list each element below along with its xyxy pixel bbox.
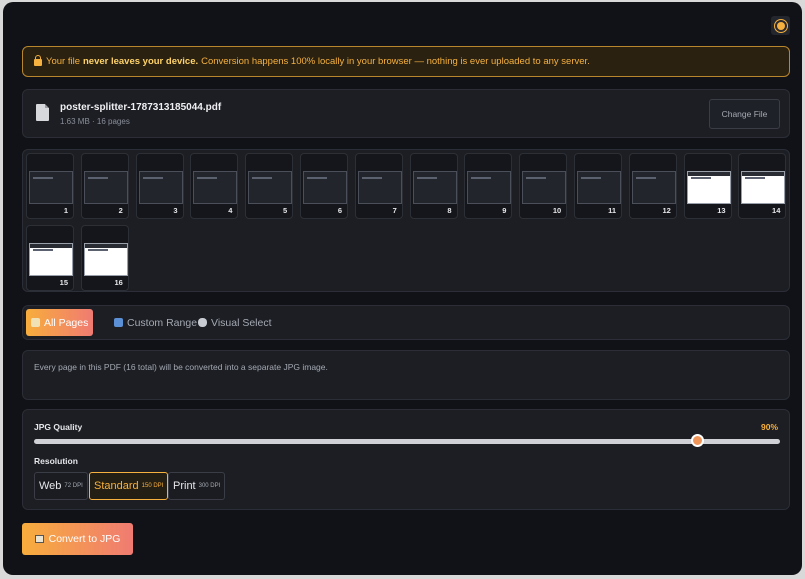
file-meta: 1.63 MB · 16 pages <box>60 117 130 126</box>
tab-custom-range-label: Custom Range <box>127 316 198 329</box>
page-number: 11 <box>608 206 616 215</box>
page-preview <box>193 171 238 204</box>
privacy-prefix: Your file <box>46 56 80 67</box>
page-thumbnail[interactable]: 2 <box>80 153 129 219</box>
resolution-print-button[interactable]: Print 300 DPI <box>168 472 226 500</box>
quality-slider[interactable] <box>34 439 780 444</box>
page-number: 8 <box>447 206 452 215</box>
page-preview <box>741 171 786 204</box>
file-name: poster-splitter-1787313185044.pdf <box>60 102 222 113</box>
quality-slider-thumb[interactable] <box>691 434 705 447</box>
page-number: 10 <box>552 206 562 215</box>
resolution-standard-button[interactable]: Standard 150 DPI <box>89 472 169 500</box>
resolution-label: Resolution <box>34 456 78 466</box>
page-thumbnail[interactable]: 14 <box>738 153 787 219</box>
tab-all-pages[interactable]: All Pages <box>26 309 94 336</box>
page-preview <box>83 171 128 204</box>
resolution-web-dpi: 72 DPI <box>64 483 83 489</box>
page-thumbnail[interactable]: 3 <box>135 153 184 219</box>
page-thumbnail[interactable]: 9 <box>464 153 513 219</box>
tab-all-pages-label: All Pages <box>44 316 89 329</box>
page-thumbnail[interactable]: 12 <box>628 153 677 219</box>
page-thumbnail[interactable]: 1 <box>26 153 74 219</box>
page-thumbnail[interactable]: 6 <box>300 153 348 219</box>
convert-label: Convert to JPG <box>48 533 121 545</box>
page-number: 15 <box>59 278 68 287</box>
page-number: 2 <box>118 206 123 215</box>
file-card: poster-splitter-1787313185044.pdf 1.63 M… <box>22 89 790 138</box>
app-window: Your file never leaves your device. Conv… <box>3 2 802 575</box>
sun-icon <box>776 21 785 30</box>
page-number: 9 <box>502 206 507 215</box>
lock-icon <box>34 55 42 66</box>
page-preview <box>248 171 293 204</box>
convert-button[interactable]: Convert to JPG <box>22 523 133 555</box>
settings-panel: JPG Quality 90% Resolution Web 72 DPI St… <box>22 409 790 510</box>
document-icon <box>36 104 49 121</box>
page-preview <box>138 171 183 204</box>
quality-value: 90% <box>760 422 778 432</box>
page-number: 14 <box>772 206 781 215</box>
page-preview <box>29 243 73 276</box>
page-number: 5 <box>283 206 288 215</box>
page-preview <box>303 171 347 204</box>
page-preview <box>631 171 676 204</box>
page-thumbnail[interactable]: 8 <box>409 153 458 219</box>
tab-custom-range[interactable]: Custom Range <box>109 309 202 336</box>
page-number: 7 <box>392 206 397 215</box>
privacy-banner: Your file never leaves your device. Conv… <box>22 46 790 77</box>
page-thumbnail[interactable]: 15 <box>26 225 74 291</box>
privacy-bold: never leaves your device. <box>82 56 199 67</box>
page-thumbnails: 1 2 3 4 5 6 7 8 9 10 11 12 13 14 15 16 <box>22 149 790 292</box>
mouse-icon <box>198 318 207 327</box>
resolution-print-dpi: 300 DPI <box>198 483 221 489</box>
mode-tabs: All Pages Custom Range Visual Select <box>22 305 790 340</box>
tab-visual-select[interactable]: Visual Select <box>193 309 277 336</box>
quality-label: JPG Quality <box>34 422 83 432</box>
image-icon <box>34 535 44 543</box>
resolution-web-button[interactable]: Web 72 DPI <box>34 472 88 500</box>
resolution-standard-name: Standard <box>94 480 139 492</box>
tab-visual-select-label: Visual Select <box>211 316 272 329</box>
page-number: 6 <box>337 206 342 215</box>
resolution-web-name: Web <box>39 480 62 492</box>
page-preview <box>412 171 457 204</box>
page-number: 1 <box>63 206 68 215</box>
page-thumbnail[interactable]: 16 <box>80 225 129 291</box>
page-number: 13 <box>717 206 726 215</box>
change-file-button[interactable]: Change File <box>709 99 780 129</box>
page-number: 12 <box>662 206 671 215</box>
resolution-print-name: Print <box>173 480 196 492</box>
page-thumbnail[interactable]: 7 <box>354 153 403 219</box>
page-thumbnail[interactable]: 10 <box>519 153 568 219</box>
theme-toggle-button[interactable] <box>771 16 790 35</box>
page-preview <box>467 171 512 204</box>
privacy-suffix: Conversion happens 100% locally in your … <box>201 56 590 67</box>
page-thumbnail[interactable]: 11 <box>574 153 622 219</box>
page-number: 3 <box>173 206 178 215</box>
resolution-standard-dpi: 150 DPI <box>141 483 164 489</box>
mode-description: Every page in this PDF (16 total) will b… <box>22 350 790 400</box>
numbers-icon <box>114 318 123 327</box>
page-thumbnail[interactable]: 13 <box>683 153 732 219</box>
page-preview <box>357 171 402 204</box>
pages-icon <box>31 318 40 327</box>
page-preview <box>686 171 731 204</box>
page-thumbnail[interactable]: 4 <box>190 153 239 219</box>
page-preview <box>83 243 128 276</box>
page-preview <box>29 171 73 204</box>
page-number: 16 <box>114 278 123 287</box>
page-thumbnail[interactable]: 5 <box>245 153 294 219</box>
page-number: 4 <box>228 206 233 215</box>
page-preview <box>577 171 621 204</box>
page-preview <box>522 171 567 204</box>
